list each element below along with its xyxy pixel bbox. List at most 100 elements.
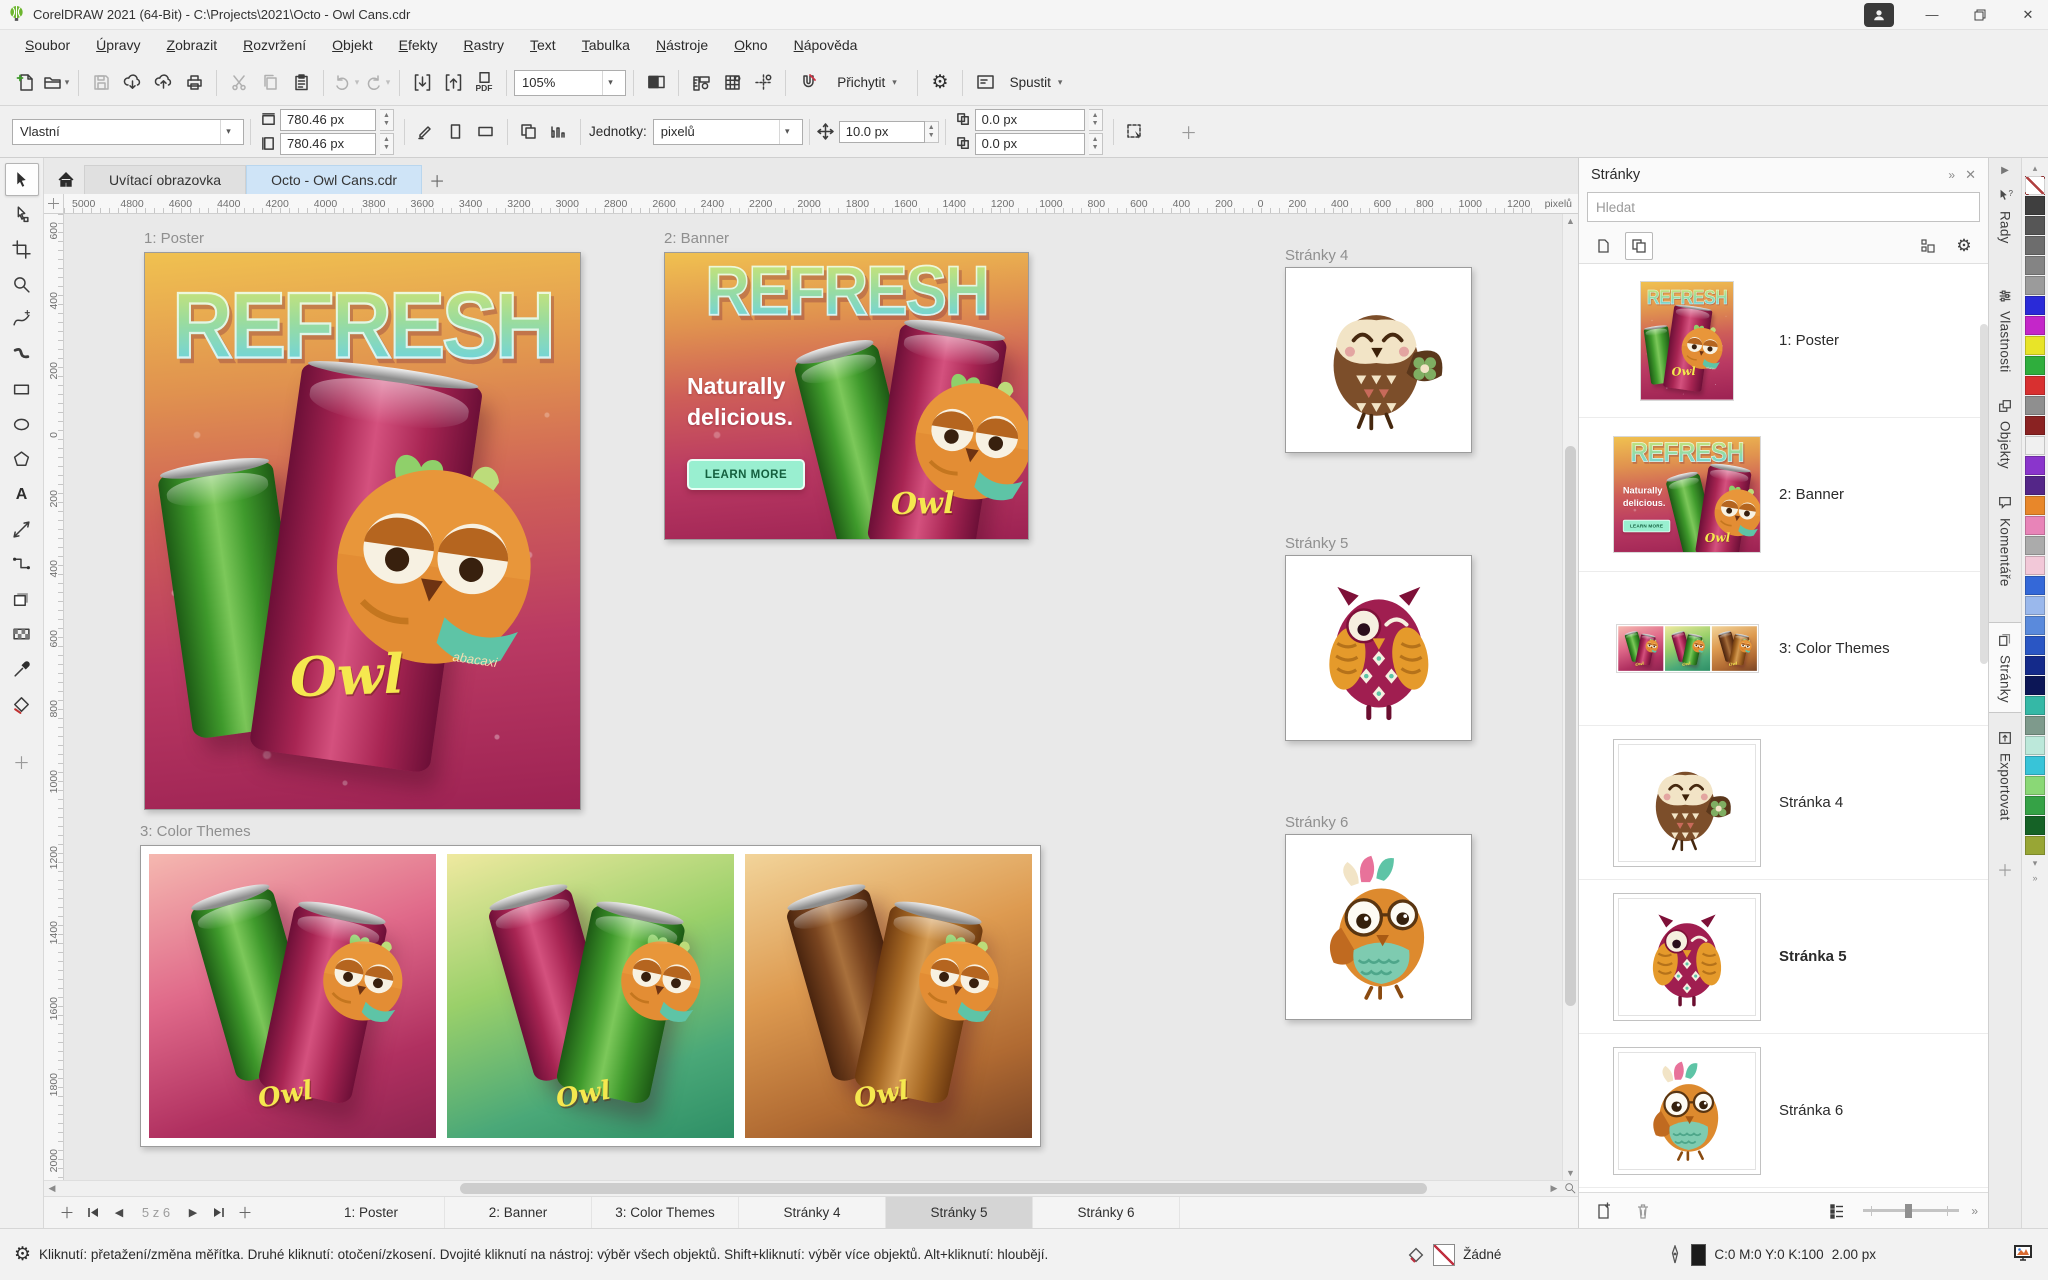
rectangle-tool[interactable]	[5, 373, 39, 406]
snap-off-button[interactable]	[793, 66, 823, 100]
page-dimensions-options-button[interactable]	[411, 115, 441, 149]
menu-rastry[interactable]: Rastry	[451, 33, 517, 57]
artboard-poster[interactable]: REFRESH Owl abacaxi	[144, 252, 581, 810]
menu-efekty[interactable]: Efekty	[386, 33, 451, 57]
last-page-button[interactable]	[206, 1197, 232, 1228]
pick-tool[interactable]	[5, 163, 39, 196]
menu-zobrazit[interactable]: Zobrazit	[154, 33, 231, 57]
color-swatch[interactable]	[2025, 596, 2045, 615]
treat-as-filled-button[interactable]	[1120, 115, 1150, 149]
show-rulers-button[interactable]	[686, 66, 716, 100]
snap-to-dropdown[interactable]: Přichytit▾	[824, 66, 910, 100]
new-document-tab-button[interactable]: ＋	[422, 165, 452, 194]
page-tab-6[interactable]: Stránky 6	[1033, 1197, 1180, 1228]
transparency-tool[interactable]	[5, 618, 39, 651]
ruler-origin[interactable]	[44, 194, 64, 213]
color-swatch[interactable]	[2025, 476, 2045, 495]
close-button[interactable]: ✕	[2008, 0, 2048, 30]
artboard-color-themes[interactable]: Owl Owl	[140, 845, 1041, 1147]
fullscreen-preview-button[interactable]	[641, 66, 671, 100]
page-height-spinner[interactable]: ▲▼	[380, 133, 394, 155]
docker-tab-exportovat[interactable]: Exportovat	[1989, 721, 2021, 830]
nudge-spinner[interactable]: ▲▼	[925, 121, 939, 143]
scroll-up-icon[interactable]: ▲	[1563, 216, 1578, 226]
color-swatch[interactable]	[2025, 816, 2045, 835]
show-grid-button[interactable]	[717, 66, 747, 100]
color-swatch[interactable]	[2025, 336, 2045, 355]
docker-tab-objekty[interactable]: Objekty	[1989, 389, 2021, 478]
show-guidelines-button[interactable]	[748, 66, 778, 100]
vertical-ruler[interactable]: 6004002000200400600800100012001400160018…	[44, 214, 64, 1180]
collapse-dockers-icon[interactable]: ▶	[2001, 162, 2009, 179]
export-button[interactable]	[438, 66, 468, 100]
add-page-before-button[interactable]: ＋	[54, 1197, 80, 1228]
launch-dropdown[interactable]: Spustit▾	[1001, 66, 1071, 100]
search-input[interactable]	[1596, 200, 1971, 215]
polygon-tool[interactable]	[5, 443, 39, 476]
drawing-canvas[interactable]: 1: Poster REFRESH Owl abacaxi 2: Banner	[64, 214, 1562, 1180]
color-swatch[interactable]	[2025, 296, 2045, 315]
interactive-fill-tool[interactable]	[5, 688, 39, 721]
page-tab-5[interactable]: Stránky 5	[886, 1197, 1033, 1228]
duplicate-y-field[interactable]: 0.0 px	[975, 133, 1085, 155]
restore-button[interactable]	[1960, 0, 2000, 30]
page-list-item-6[interactable]: Stránka 6	[1579, 1034, 1988, 1188]
color-swatch[interactable]	[2025, 516, 2045, 535]
duplicate-x-spinner[interactable]: ▲▼	[1089, 109, 1103, 131]
freehand-tool[interactable]	[5, 303, 39, 336]
eyedropper-tool[interactable]	[5, 653, 39, 686]
docker-scroll-thumb[interactable]	[1980, 324, 1988, 664]
connector-tool[interactable]	[5, 548, 39, 581]
color-swatch[interactable]	[2025, 416, 2045, 435]
zoom-corner-icon[interactable]	[1562, 1182, 1578, 1196]
propbar-customize-button[interactable]: ＋	[1174, 115, 1204, 149]
outline-status[interactable]: C:0 M:0 Y:0 K:100 2.00 px	[1667, 1244, 1876, 1266]
color-swatch[interactable]	[2025, 256, 2045, 275]
page-tab-3[interactable]: 3: Color Themes	[592, 1197, 739, 1228]
thumbnail-size-icon[interactable]	[1914, 232, 1942, 260]
docker-close-icon[interactable]: ✕	[1965, 167, 1976, 183]
scroll-down-icon[interactable]: ▼	[1563, 1168, 1578, 1178]
previous-page-button[interactable]: ◀	[106, 1197, 132, 1228]
no-color-swatch[interactable]	[2025, 176, 2045, 195]
multi-page-view-icon[interactable]	[1625, 232, 1653, 260]
list-view-icon[interactable]	[1823, 1197, 1851, 1225]
docker-search-box[interactable]	[1587, 192, 1980, 222]
status-gear-icon[interactable]: ⚙	[14, 1243, 31, 1266]
ellipse-tool[interactable]	[5, 408, 39, 441]
scroll-left-icon[interactable]: ◀	[44, 1183, 60, 1194]
menu-text[interactable]: Text	[517, 33, 569, 57]
menu-napoveda[interactable]: Nápověda	[781, 33, 871, 57]
thumbnail-size-slider[interactable]	[1863, 1204, 1959, 1218]
color-swatch[interactable]	[2025, 496, 2045, 515]
zoom-tool[interactable]	[5, 268, 39, 301]
slider-knob[interactable]	[1905, 1204, 1912, 1218]
color-swatch[interactable]	[2025, 236, 2045, 255]
vertical-scrollbar[interactable]: ▲ ▼	[1562, 214, 1578, 1180]
color-swatch[interactable]	[2025, 196, 2045, 215]
color-swatch[interactable]	[2025, 656, 2045, 675]
shape-tool[interactable]	[5, 198, 39, 231]
color-swatch[interactable]	[2025, 756, 2045, 775]
artboard-page5[interactable]	[1285, 555, 1472, 741]
publish-pdf-button[interactable]: PDF	[469, 66, 499, 100]
home-tab-icon[interactable]	[48, 165, 84, 194]
page-tab-4[interactable]: Stránky 4	[739, 1197, 886, 1228]
color-swatch[interactable]	[2025, 676, 2045, 695]
color-swatch[interactable]	[2025, 736, 2045, 755]
color-swatch[interactable]	[2025, 616, 2045, 635]
menu-upravy[interactable]: Úpravy	[83, 33, 153, 57]
palette-more-icon[interactable]: »	[2032, 871, 2037, 885]
color-swatch[interactable]	[2025, 316, 2045, 335]
color-swatch[interactable]	[2025, 276, 2045, 295]
artboard-banner[interactable]: REFRESH Naturallydelicious. LEARN MORE O…	[664, 252, 1029, 540]
print-button[interactable]	[179, 66, 209, 100]
paste-button[interactable]	[286, 66, 316, 100]
menu-okno[interactable]: Okno	[721, 33, 780, 57]
color-swatch[interactable]	[2025, 376, 2045, 395]
menu-nastroje[interactable]: Nástroje	[643, 33, 721, 57]
landscape-orientation-button[interactable]	[471, 115, 501, 149]
new-document-button[interactable]	[10, 66, 40, 100]
artistic-media-tool[interactable]	[5, 338, 39, 371]
menu-soubor[interactable]: Soubor	[12, 33, 83, 57]
